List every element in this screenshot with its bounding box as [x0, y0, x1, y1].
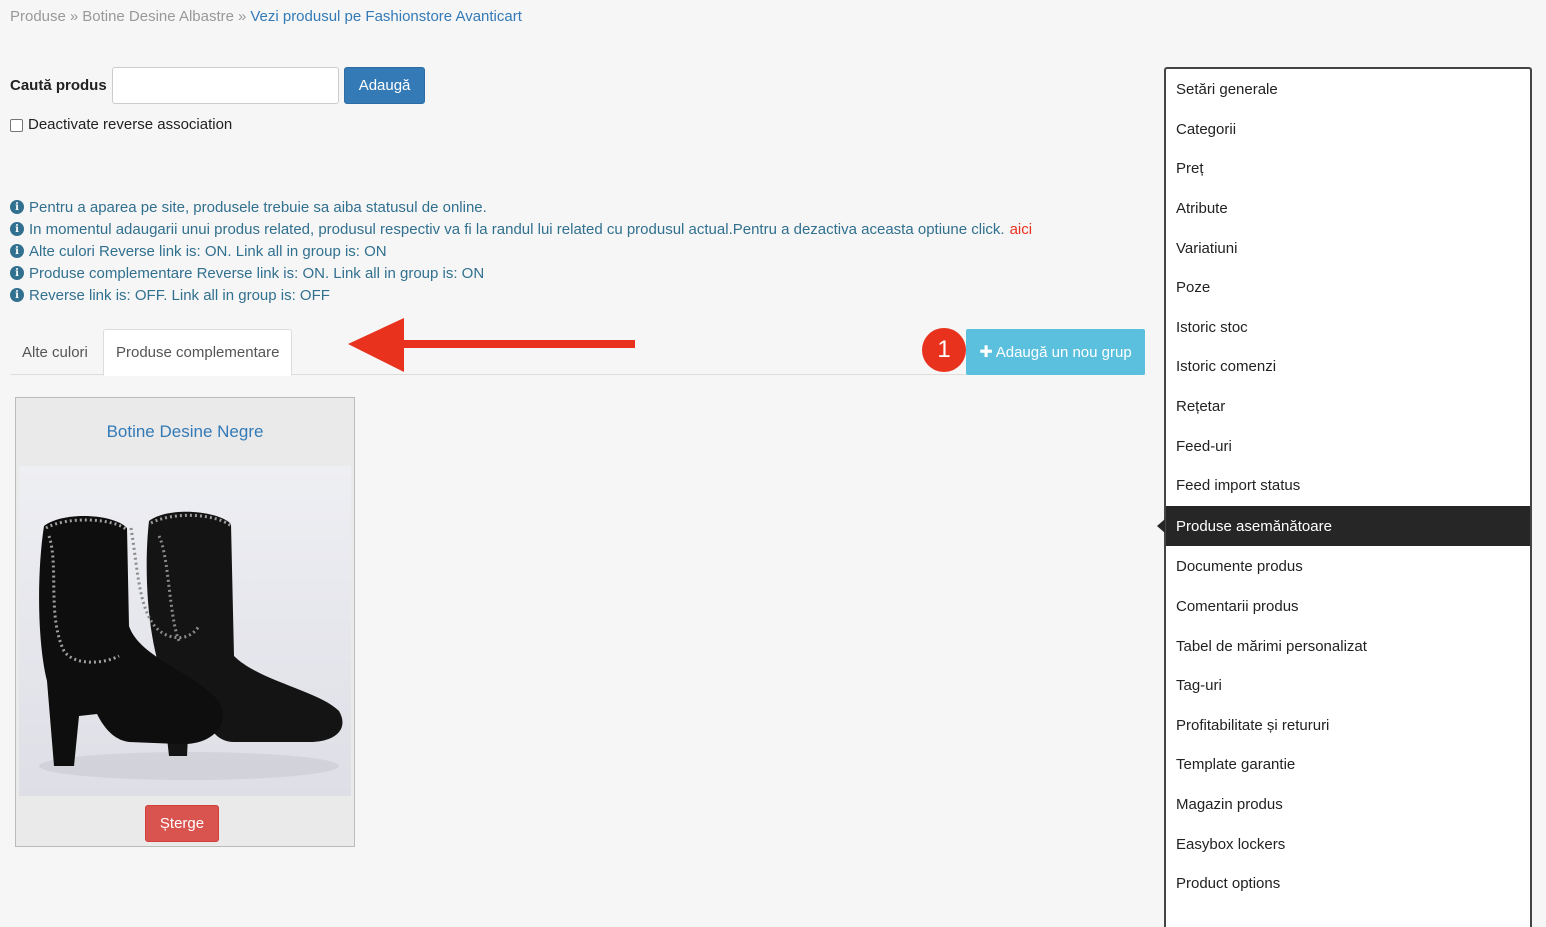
annotation-arrow-icon: [348, 318, 635, 372]
menu-item-variatiuni[interactable]: Variatiuni: [1166, 228, 1530, 268]
info-text: Produse complementare Reverse link is: O…: [29, 264, 485, 282]
product-card: Botine Desine Negre Șterge: [15, 397, 355, 847]
menu-item-profitabilitate[interactable]: Profitabilitate și retururi: [1166, 705, 1530, 745]
menu-item-poze[interactable]: Poze: [1166, 267, 1530, 307]
info-text: Reverse link is: OFF. Link all in group …: [29, 286, 330, 304]
breadcrumb: Produse» Botine Desine Albastre» Vezi prod…: [10, 8, 522, 25]
info-text: Alte culori Reverse link is: ON. Link al…: [29, 242, 387, 260]
menu-item-categorii[interactable]: Categorii: [1166, 109, 1530, 149]
plus-icon: ✚: [979, 344, 993, 361]
info-text: In momentul adaugarii unui produs relate…: [29, 220, 1005, 238]
menu-item-product-options[interactable]: Product options: [1166, 863, 1530, 903]
delete-product-button[interactable]: Șterge: [145, 805, 219, 842]
breadcrumb-separator: »: [237, 8, 247, 25]
info-messages: i Pentru a aparea pe site, produsele tre…: [10, 196, 1032, 306]
add-product-button[interactable]: Adaugă: [343, 67, 426, 104]
callout-badge: 1: [922, 328, 966, 372]
boots-image-icon: [39, 511, 343, 780]
tab-produse-complementare[interactable]: Produse complementare: [103, 329, 293, 376]
menu-item-istoric-comenzi[interactable]: Istoric comenzi: [1166, 346, 1530, 386]
menu-item-produse-asemanatoare[interactable]: Produse asemănătoare: [1157, 506, 1530, 546]
view-on-site-link[interactable]: Vezi produsul pe Fashionstore Avanticart: [250, 8, 522, 25]
product-side-menu: Setări generale Categorii Preț Atribute …: [1157, 67, 1532, 927]
product-title-link[interactable]: Botine Desine Negre: [16, 422, 354, 442]
info-circle-icon: i: [10, 244, 24, 258]
menu-item-magazin-produs[interactable]: Magazin produs: [1166, 784, 1530, 824]
breadcrumb-item-produse[interactable]: Produse: [10, 8, 66, 25]
menu-item-comentarii-produs[interactable]: Comentarii produs: [1166, 586, 1530, 626]
breadcrumb-separator: »: [69, 8, 79, 25]
info-line: i Pentru a aparea pe site, produsele tre…: [10, 196, 1032, 218]
reverse-association-option: Deactivate reverse association: [10, 116, 232, 133]
info-text: Pentru a aparea pe site, produsele trebu…: [29, 198, 487, 216]
info-line: i Reverse link is: OFF. Link all in grou…: [10, 284, 1032, 306]
menu-item-retetar[interactable]: Rețetar: [1166, 386, 1530, 426]
menu-item-easybox-lockers[interactable]: Easybox lockers: [1166, 824, 1530, 864]
info-circle-icon: i: [10, 200, 24, 214]
add-new-group-button[interactable]: ✚ Adaugă un nou grup: [966, 329, 1145, 375]
search-product-input[interactable]: [111, 67, 339, 104]
search-row: Caută produs Adaugă: [10, 67, 426, 104]
menu-item-template-garantie[interactable]: Template garantie: [1166, 744, 1530, 784]
search-label: Caută produs: [10, 77, 107, 94]
info-circle-icon: i: [10, 266, 24, 280]
menu-item-atribute[interactable]: Atribute: [1166, 188, 1530, 228]
info-line: i Produse complementare Reverse link is:…: [10, 262, 1032, 284]
add-new-group-label: Adaugă un nou grup: [995, 343, 1132, 361]
menu-item-feed-import-status[interactable]: Feed import status: [1166, 465, 1530, 505]
menu-item-tabel-marimi[interactable]: Tabel de mărimi personalizat: [1166, 626, 1530, 666]
deactivate-reverse-label[interactable]: Deactivate reverse association: [28, 116, 232, 133]
menu-item-documente-produs[interactable]: Documente produs: [1166, 546, 1530, 586]
menu-item-feed-uri[interactable]: Feed-uri: [1166, 426, 1530, 466]
info-line: i Alte culori Reverse link is: ON. Link …: [10, 240, 1032, 262]
product-image: [19, 466, 351, 796]
menu-item-istoric-stoc[interactable]: Istoric stoc: [1166, 307, 1530, 347]
deactivate-reverse-checkbox[interactable]: [10, 119, 23, 132]
tab-alte-culori[interactable]: Alte culori: [10, 329, 100, 375]
menu-item-tag-uri[interactable]: Tag-uri: [1166, 665, 1530, 705]
info-circle-icon: i: [10, 222, 24, 236]
info-circle-icon: i: [10, 288, 24, 302]
info-line: i In momentul adaugarii unui produs rela…: [10, 218, 1032, 240]
menu-item-setari-generale[interactable]: Setări generale: [1166, 69, 1530, 109]
menu-item-pret[interactable]: Preț: [1166, 148, 1530, 188]
disable-option-link[interactable]: aici: [1010, 221, 1033, 238]
breadcrumb-item-product[interactable]: Botine Desine Albastre: [82, 8, 234, 25]
